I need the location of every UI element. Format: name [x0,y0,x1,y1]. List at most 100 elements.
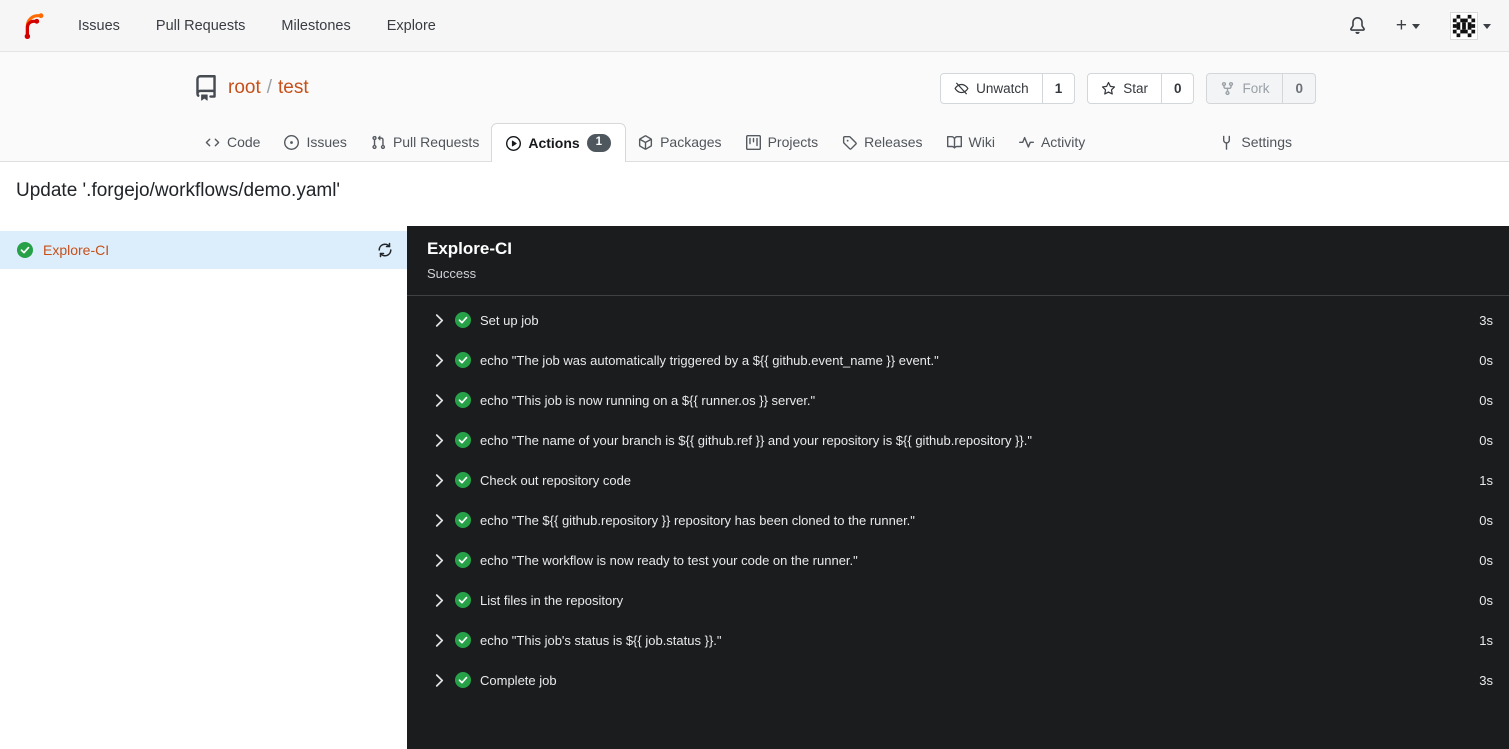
step-row-list-files[interactable]: List files in the repository 0s [407,580,1509,620]
job-title: Explore-CI [427,239,513,258]
job-log-panel: Explore-CI Success Set up job 3s echo "T… [407,226,1509,749]
success-check-icon [455,312,471,328]
tab-issues[interactable]: Issues [272,123,358,161]
job-log-header: Explore-CI Success [407,226,1509,296]
fork-icon [1222,81,1234,95]
jobs-sidebar: Explore-CI [0,226,407,749]
create-new-button[interactable]: + [1396,16,1420,35]
tab-packages[interactable]: Packages [626,123,733,161]
success-check-icon [455,592,471,608]
repo-name-link[interactable]: test [278,77,309,99]
nav-milestones[interactable]: Milestones [281,18,350,34]
run-commit-title: Update '.forgejo/workflows/demo.yaml' [16,180,341,201]
step-row-echo-ready[interactable]: echo "The workflow is now ready to test … [407,540,1509,580]
issue-opened-icon [284,134,300,150]
job-list-item-explore-ci[interactable]: Explore-CI [0,231,407,269]
step-name: echo "The job was automatically triggere… [480,352,939,368]
success-check-icon [455,512,471,528]
tab-wiki[interactable]: Wiki [935,123,1007,161]
step-duration: 0s [1479,512,1493,528]
step-duration: 0s [1479,352,1493,368]
tab-label: Releases [864,134,923,150]
chevron-right-icon [435,673,444,687]
step-name: echo "This job is now running on a ${{ r… [480,392,816,408]
top-navbar: Issues Pull Requests Milestones Explore … [0,0,1509,52]
bell-icon [1349,17,1365,34]
success-check-icon [455,392,471,408]
chevron-down-icon [1412,24,1420,29]
project-board-icon [745,134,761,150]
stars-count[interactable]: 0 [1160,73,1194,103]
step-name: echo "The workflow is now ready to test … [480,552,858,568]
actions-count-badge: 1 [586,134,612,152]
success-check-icon [455,472,471,488]
step-duration: 1s [1479,632,1493,648]
star-button[interactable]: Star 0 [1087,72,1195,104]
step-row-echo-cloned[interactable]: echo "The ${{ github.repository }} repos… [407,500,1509,540]
repo-header: root / test Unwatch 1 Star 0 Fork 0 Code… [0,52,1509,162]
step-row-echo-runner-os[interactable]: echo "This job is now running on a ${{ r… [407,380,1509,420]
git-pull-request-icon [372,135,386,149]
step-duration: 0s [1479,432,1493,448]
tab-label: Issues [306,134,347,150]
job-status-text: Success [427,266,477,281]
step-row-echo-status[interactable]: echo "This job's status is ${{ job.statu… [407,620,1509,660]
user-menu-button[interactable] [1450,11,1491,40]
chevron-down-icon [1483,24,1491,29]
tab-projects[interactable]: Projects [734,123,831,161]
step-name: Check out repository code [480,472,632,488]
book-icon [946,135,962,149]
tab-label: Code [227,134,261,150]
nav-explore[interactable]: Explore [387,18,436,34]
step-row-complete-job[interactable]: Complete job 3s [407,660,1509,700]
tab-actions[interactable]: Actions 1 [491,123,627,162]
star-icon [1102,81,1116,95]
chevron-right-icon [435,593,444,607]
forgejo-logo-icon [24,12,44,39]
refresh-icon[interactable] [377,242,393,258]
success-check-icon [455,552,471,568]
step-name: echo "The name of your branch is ${{ git… [480,432,1032,448]
step-row-set-up-job[interactable]: Set up job 3s [407,300,1509,340]
fork-button: Fork 0 [1206,72,1316,104]
unwatch-button[interactable]: Unwatch 1 [940,72,1076,104]
forgejo-logo[interactable] [18,11,48,41]
tab-code[interactable]: Code [193,123,272,161]
success-check-icon [17,242,33,258]
tab-activity[interactable]: Activity [1007,123,1097,161]
star-label: Star [1123,80,1148,96]
avatar [1450,11,1478,40]
tab-label: Packages [660,134,722,150]
step-name: Set up job [480,312,539,328]
step-row-echo-branch[interactable]: echo "The name of your branch is ${{ git… [407,420,1509,460]
chevron-right-icon [435,633,444,647]
chevron-right-icon [435,353,444,367]
repo-owner-link[interactable]: root [228,77,261,99]
nav-pull-requests[interactable]: Pull Requests [156,18,245,34]
repo-action-buttons: Unwatch 1 Star 0 Fork 0 [940,72,1316,104]
notifications-button[interactable] [1349,17,1366,34]
unwatch-label: Unwatch [976,80,1029,96]
step-row-echo-trigger[interactable]: echo "The job was automatically triggere… [407,340,1509,380]
tab-releases[interactable]: Releases [830,123,934,161]
step-row-checkout[interactable]: Check out repository code 1s [407,460,1509,500]
package-icon [639,134,653,150]
step-duration: 3s [1479,312,1493,328]
navbar-right: + [1349,11,1491,40]
tab-pull-requests[interactable]: Pull Requests [359,123,491,161]
success-check-icon [455,432,471,448]
tab-settings[interactable]: Settings [1207,123,1304,161]
job-name: Explore-CI [43,242,110,258]
tab-label: Activity [1040,134,1086,150]
forks-count: 0 [1282,73,1315,103]
watchers-count[interactable]: 1 [1041,73,1075,103]
step-duration: 0s [1479,552,1493,568]
tab-label: Wiki [968,134,995,150]
step-duration: 0s [1479,392,1493,408]
chevron-right-icon [435,393,444,407]
tab-label: Projects [767,134,819,150]
step-duration: 3s [1479,672,1493,688]
success-check-icon [455,672,471,688]
repo-icon [196,75,216,101]
nav-issues[interactable]: Issues [78,18,120,34]
